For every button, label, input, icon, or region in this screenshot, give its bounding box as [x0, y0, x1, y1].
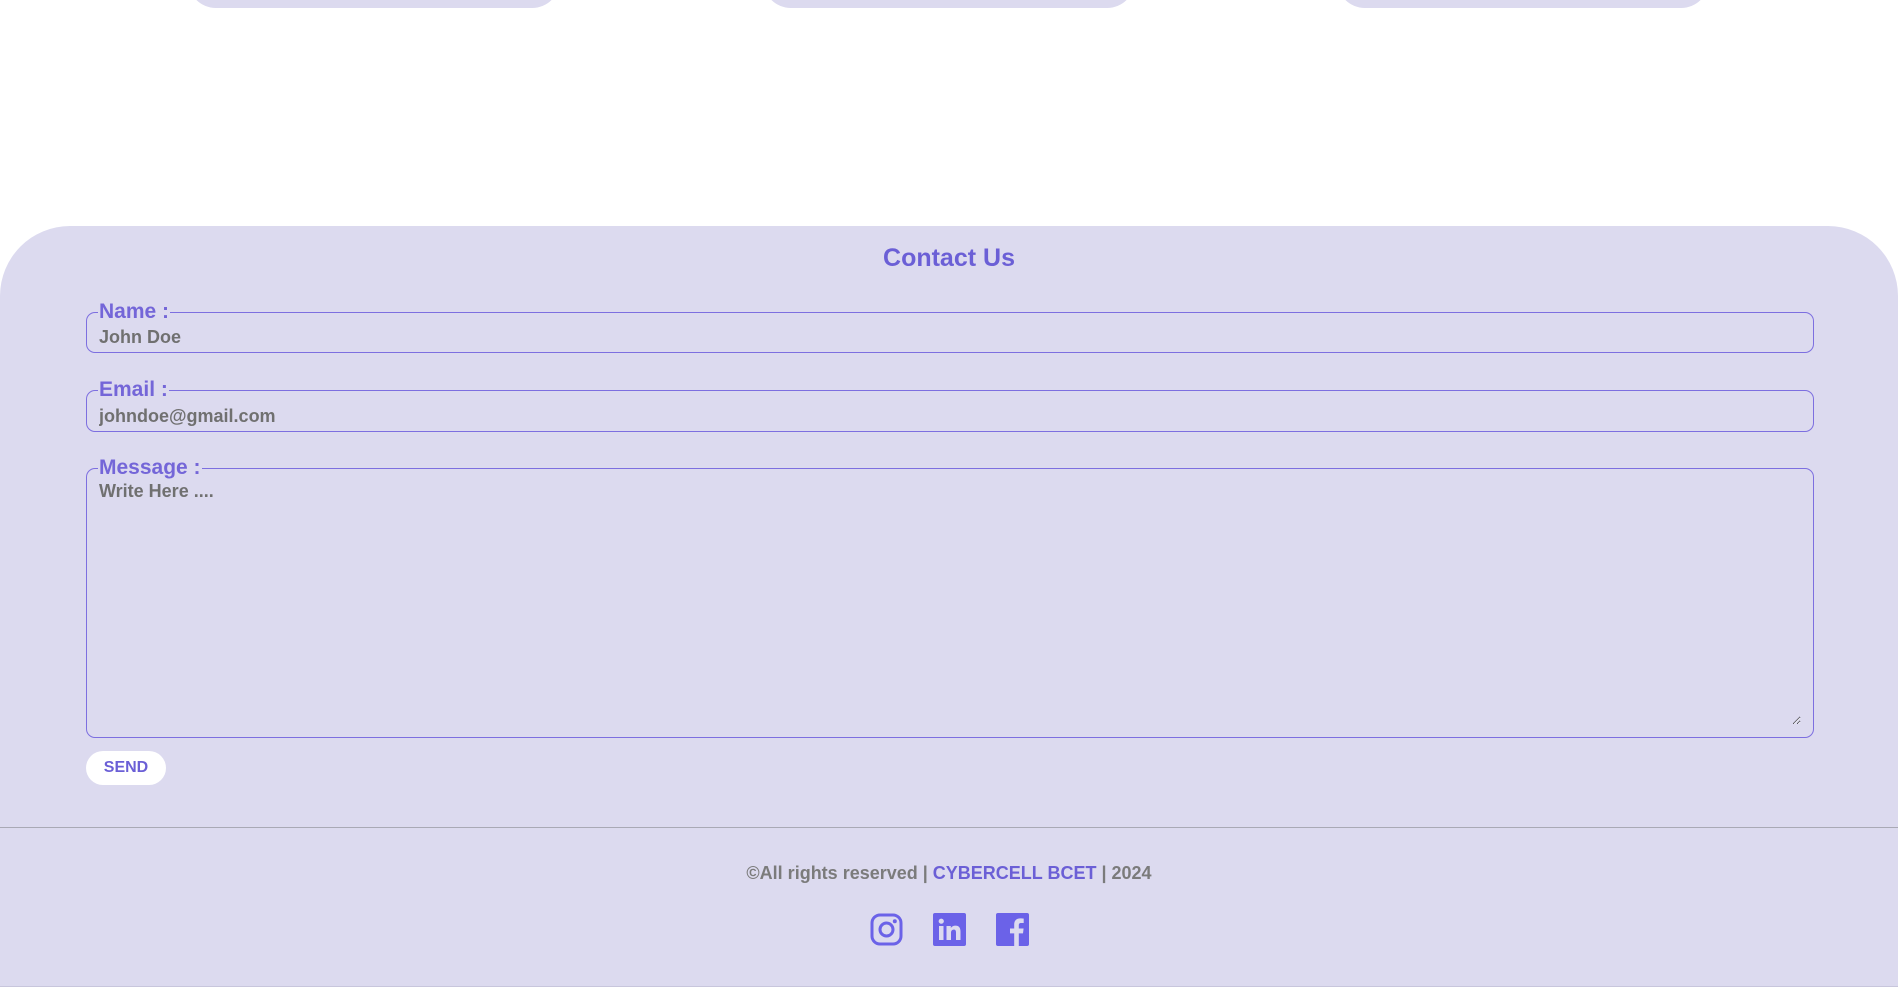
contact-title: Contact Us — [883, 244, 1015, 272]
copyright-text: ©All rights reserved | CYBERCELL BCET | … — [0, 863, 1898, 884]
top-cards-row — [0, 0, 1898, 10]
name-input[interactable] — [99, 324, 1801, 350]
message-label: Message : — [99, 456, 201, 479]
top-card — [763, 0, 1135, 8]
message-textarea[interactable] — [99, 481, 1801, 725]
instagram-link[interactable] — [870, 913, 903, 946]
name-fieldset: Name : — [86, 301, 1814, 353]
email-label: Email : — [99, 378, 168, 401]
facebook-link[interactable] — [995, 913, 1029, 946]
facebook-icon — [995, 913, 1029, 946]
copyright-prefix: ©All rights reserved | — [746, 863, 933, 883]
email-input[interactable] — [99, 403, 1801, 429]
contact-section: Contact Us Name : Email : Message : SEND — [0, 226, 1898, 827]
copyright-suffix: | 2024 — [1096, 863, 1152, 883]
send-button[interactable]: SEND — [86, 751, 166, 785]
instagram-icon — [870, 913, 902, 946]
linkedin-icon — [932, 913, 966, 946]
footer: ©All rights reserved | CYBERCELL BCET | … — [0, 827, 1898, 987]
social-links — [0, 913, 1898, 946]
message-fieldset: Message : — [86, 457, 1814, 738]
top-card — [1337, 0, 1709, 8]
top-card — [188, 0, 560, 8]
linkedin-link[interactable] — [932, 913, 966, 946]
email-fieldset: Email : — [86, 379, 1814, 432]
name-label: Name : — [99, 300, 170, 323]
brand-link[interactable]: CYBERCELL BCET — [933, 863, 1097, 883]
